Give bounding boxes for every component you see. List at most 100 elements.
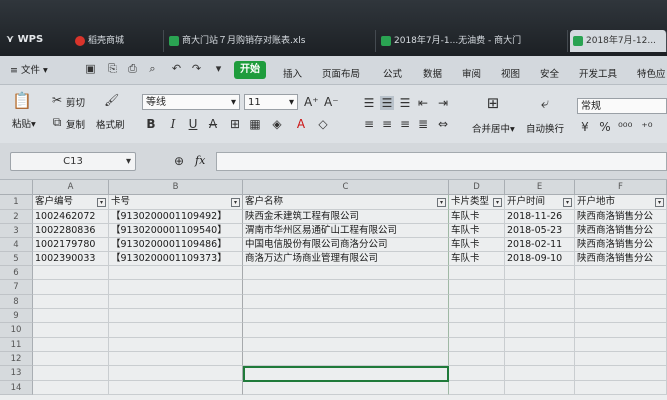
tab-insert[interactable]: 插入 <box>283 66 302 80</box>
wrap-text-icon[interactable]: ⤶ <box>538 96 552 111</box>
borders-icon[interactable]: ⊞ <box>228 117 242 131</box>
filter-dropdown-icon[interactable]: ▾ <box>97 198 106 207</box>
empty-cell[interactable] <box>109 280 243 295</box>
empty-cell[interactable] <box>243 295 449 309</box>
tab-review[interactable]: 审阅 <box>462 66 481 80</box>
merge-center-icon[interactable]: ⊞ <box>486 96 500 111</box>
merge-center-button[interactable]: 合并居中▾ <box>472 121 515 135</box>
empty-cell[interactable] <box>243 338 449 352</box>
cut-button[interactable]: 剪切 <box>66 95 85 109</box>
empty-cell[interactable] <box>243 266 449 280</box>
empty-cell[interactable] <box>33 352 109 366</box>
tab-workbook-active[interactable]: 2018年7月-12... <box>570 30 667 52</box>
tab-page-layout[interactable]: 页面布局 <box>322 66 360 80</box>
font-grow-icon[interactable]: A⁺ <box>304 95 319 109</box>
empty-cell[interactable] <box>243 323 449 338</box>
row-header[interactable]: 5 <box>0 252 33 266</box>
header-cell[interactable]: 卡号 <box>109 195 243 210</box>
table-cell[interactable]: 车队卡 <box>449 238 505 252</box>
copy-button[interactable]: 复制 <box>66 117 85 131</box>
distribute-icon[interactable]: ⇔ <box>436 117 450 131</box>
number-format-select[interactable]: 常规 <box>577 98 667 114</box>
wps-logo[interactable]: ⋎ WPS <box>6 34 43 45</box>
column-header-b[interactable]: B <box>109 180 243 195</box>
row-header[interactable]: 14 <box>0 381 33 395</box>
font-size-select[interactable]: 11 ▾ <box>244 94 298 110</box>
table-cell[interactable]: 【9130200001109492】 <box>109 210 243 224</box>
column-header-e[interactable]: E <box>505 180 575 195</box>
empty-cell[interactable] <box>449 295 505 309</box>
empty-cell[interactable] <box>575 381 667 395</box>
currency-icon[interactable]: ¥ <box>578 120 592 134</box>
row-header[interactable]: 7 <box>0 280 33 295</box>
table-cell[interactable]: 陕西商洛销售分公 <box>575 210 667 224</box>
empty-cell[interactable] <box>33 338 109 352</box>
empty-cell[interactable] <box>33 266 109 280</box>
empty-cell[interactable] <box>33 323 109 338</box>
font-shrink-icon[interactable]: A⁻ <box>324 95 339 109</box>
save-icon[interactable]: ▣ <box>84 62 97 75</box>
merge-borders-icon[interactable]: ▦ <box>248 117 262 131</box>
undo-icon[interactable]: ↶ <box>170 62 183 75</box>
align-left-icon[interactable]: ≡ <box>362 117 376 131</box>
copy-icon[interactable]: ⧉ <box>50 115 64 129</box>
row-header[interactable]: 12 <box>0 352 33 366</box>
name-box[interactable]: C13 ▾ <box>10 152 136 171</box>
percent-icon[interactable]: % <box>598 120 612 134</box>
empty-cell[interactable] <box>575 309 667 323</box>
export-pdf-icon[interactable]: ⎘ <box>106 62 119 75</box>
empty-cell[interactable] <box>109 352 243 366</box>
row-header[interactable]: 10 <box>0 323 33 338</box>
filter-dropdown-icon[interactable]: ▾ <box>437 198 446 207</box>
row-header[interactable]: 11 <box>0 338 33 352</box>
empty-cell[interactable] <box>109 381 243 395</box>
table-cell[interactable]: 陕西商洛销售分公 <box>575 238 667 252</box>
format-painter-icon[interactable]: 🖌 <box>104 93 119 107</box>
underline-icon[interactable]: U <box>186 117 200 131</box>
empty-cell[interactable] <box>109 295 243 309</box>
italic-icon[interactable]: I <box>166 117 180 131</box>
print-icon[interactable]: ⎙ <box>126 62 139 75</box>
empty-cell[interactable] <box>109 338 243 352</box>
empty-cell[interactable] <box>505 266 575 280</box>
tab-start[interactable]: 开始 <box>234 61 266 79</box>
align-right-icon[interactable]: ≡ <box>398 117 412 131</box>
row-header[interactable]: 6 <box>0 266 33 280</box>
wrap-text-button[interactable]: 自动换行 <box>526 121 564 135</box>
empty-cell[interactable] <box>505 295 575 309</box>
tab-view[interactable]: 视图 <box>501 66 520 80</box>
file-menu[interactable]: ≡ 文件 ▾ <box>10 62 48 76</box>
bold-icon[interactable]: B <box>144 117 158 131</box>
empty-cell[interactable] <box>449 309 505 323</box>
empty-cell[interactable] <box>505 352 575 366</box>
table-cell[interactable]: 车队卡 <box>449 224 505 238</box>
align-justify-icon[interactable]: ≣ <box>416 117 430 131</box>
align-top-icon[interactable]: ☰ <box>362 96 376 110</box>
empty-cell[interactable] <box>505 381 575 395</box>
row-header[interactable]: 2 <box>0 210 33 224</box>
empty-cell[interactable] <box>243 280 449 295</box>
row-header[interactable]: 3 <box>0 224 33 238</box>
empty-cell[interactable] <box>575 323 667 338</box>
tab-developer[interactable]: 开发工具 <box>579 66 617 80</box>
empty-cell[interactable] <box>575 366 667 381</box>
table-cell[interactable]: 1002462072 <box>33 210 109 224</box>
paste-button[interactable]: 粘贴▾ <box>12 116 36 130</box>
tab-formula[interactable]: 公式 <box>383 66 402 80</box>
table-cell[interactable]: 陕西商洛销售分公 <box>575 224 667 238</box>
row-header[interactable]: 9 <box>0 309 33 323</box>
table-cell[interactable]: 1002280836 <box>33 224 109 238</box>
empty-cell[interactable] <box>109 309 243 323</box>
font-color-icon[interactable]: A <box>294 117 308 131</box>
column-header-c[interactable]: C <box>243 180 449 195</box>
empty-cell[interactable] <box>33 280 109 295</box>
table-cell[interactable]: 车队卡 <box>449 210 505 224</box>
fill-color-icon[interactable]: ◈ <box>270 117 284 131</box>
column-header-a[interactable]: A <box>33 180 109 195</box>
thousands-icon[interactable]: ⁰⁰⁰ <box>618 120 632 134</box>
paste-icon[interactable]: 📋 <box>12 93 32 109</box>
empty-cell[interactable] <box>449 352 505 366</box>
empty-cell[interactable] <box>109 266 243 280</box>
scissors-icon[interactable]: ✂ <box>50 93 64 107</box>
table-cell[interactable]: 1002179780 <box>33 238 109 252</box>
